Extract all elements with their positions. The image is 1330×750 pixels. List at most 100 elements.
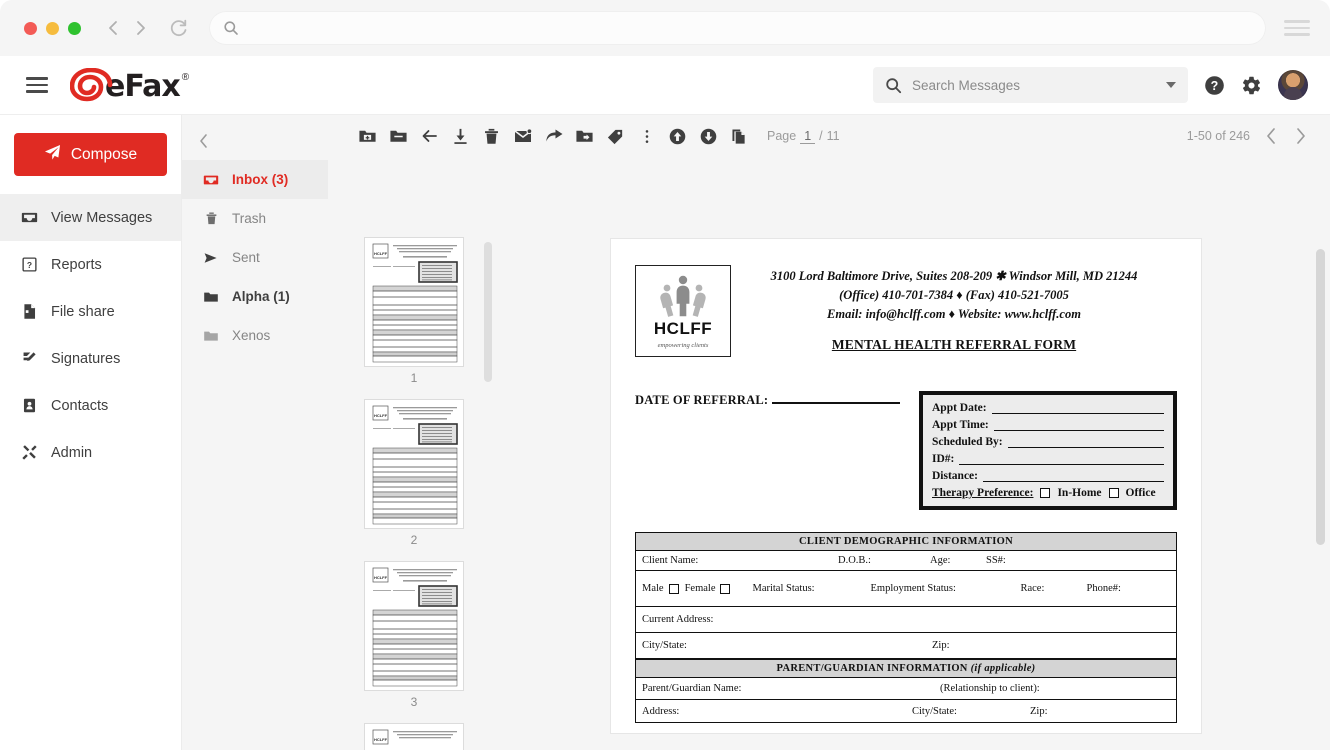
document-viewer[interactable]: HCLFF empowering clients 3100 Lord Balti… [500, 157, 1330, 750]
appt-date-row: Appt Date: [932, 402, 1164, 414]
folder-move-icon[interactable] [569, 121, 600, 152]
move-to-folder-icon[interactable] [383, 121, 414, 152]
efax-logo[interactable]: eFax ® [70, 68, 189, 102]
new-folder-icon[interactable] [352, 121, 383, 152]
hamburger-menu-icon[interactable] [26, 77, 48, 93]
distance-field[interactable] [983, 471, 1164, 482]
date-of-referral-field[interactable] [772, 391, 900, 404]
table-row: Male Female Marital Status: Employment S… [636, 571, 1176, 607]
sidebar-item-label: Admin [51, 445, 92, 461]
in-home-label: In-Home [1057, 487, 1101, 499]
document-letterhead: HCLFF empowering clients 3100 Lord Balti… [635, 261, 1177, 357]
tag-icon[interactable] [600, 121, 631, 152]
close-window-button[interactable] [24, 22, 37, 35]
parent-section-title-text: PARENT/GUARDIAN INFORMATION [777, 663, 968, 674]
thumbnail-scrollbar[interactable] [484, 242, 492, 382]
in-home-checkbox[interactable] [1040, 488, 1050, 498]
back-arrow-icon[interactable] [414, 121, 445, 152]
sidebar-item-reports[interactable]: ? Reports [0, 241, 181, 288]
collapse-folders-icon[interactable] [198, 133, 210, 149]
folder-icon [202, 289, 220, 305]
prev-page-icon[interactable] [1264, 127, 1279, 145]
search-messages-box[interactable] [873, 67, 1188, 103]
folder-item-inbox[interactable]: Inbox (3) [182, 160, 328, 199]
office-checkbox[interactable] [1109, 488, 1119, 498]
search-input[interactable] [912, 78, 1166, 93]
folder-list: Inbox (3) Trash Sent Alpha (1) [182, 115, 328, 355]
distance-label: Distance: [932, 470, 978, 482]
parent-guardian-name-label: Parent/Guardian Name: [642, 683, 812, 694]
minimize-window-button[interactable] [46, 22, 59, 35]
header-right-controls: ? [873, 67, 1312, 103]
next-page-icon[interactable] [1293, 127, 1308, 145]
thumbnail-item[interactable]: HCLFF 3 [364, 561, 464, 709]
sidebar-item-signatures[interactable]: Signatures [0, 335, 181, 382]
thumbnail-item[interactable]: HCLFF 4 [364, 723, 464, 750]
gear-icon[interactable] [1241, 75, 1262, 96]
folder-item-alpha[interactable]: Alpha (1) [182, 277, 328, 316]
back-icon[interactable] [105, 18, 121, 38]
toolbar-icon-group: Page 1 / 11 [352, 121, 840, 152]
browser-address-bar[interactable] [209, 11, 1266, 45]
thumbnail-list: HCLFF [328, 157, 500, 750]
appointment-box: Appt Date: Appt Time: Scheduled By: ID#: [919, 391, 1177, 510]
compose-button[interactable]: Compose [14, 133, 167, 176]
help-circle-icon[interactable]: ? [1204, 75, 1225, 96]
folder-item-trash[interactable]: Trash [182, 199, 328, 238]
id-field[interactable] [959, 454, 1164, 465]
maximize-window-button[interactable] [68, 22, 81, 35]
more-vertical-icon[interactable] [631, 121, 662, 152]
compose-label: Compose [71, 146, 137, 164]
left-sidebar: Compose View Messages ? Reports File sha… [0, 115, 182, 750]
appt-time-field[interactable] [994, 420, 1164, 431]
upload-circle-icon[interactable] [662, 121, 693, 152]
thumbnail-item[interactable]: HCLFF 2 [364, 399, 464, 547]
page-separator: / [819, 129, 822, 143]
thumbnail-item[interactable]: HCLFF [364, 237, 464, 385]
sidebar-item-admin[interactable]: Admin [0, 429, 181, 476]
folder-item-xenos[interactable]: Xenos [182, 316, 328, 355]
sidebar-item-view-messages[interactable]: View Messages [0, 194, 181, 241]
race-label: Race: [1020, 583, 1086, 594]
zip-label: Zip: [932, 640, 950, 651]
page-label: Page [767, 129, 796, 143]
delete-icon[interactable] [476, 121, 507, 152]
page-number-input[interactable]: 1 [800, 129, 815, 144]
document-scrollbar[interactable] [1316, 249, 1325, 545]
page-navigator: Page 1 / 11 [767, 129, 840, 144]
result-range-count: 1-50 of 246 [1187, 129, 1250, 143]
download-icon[interactable] [445, 121, 476, 152]
appt-date-field[interactable] [992, 403, 1164, 414]
forward-icon[interactable] [133, 18, 149, 38]
sidebar-item-label: View Messages [51, 210, 152, 226]
reload-icon[interactable] [169, 18, 189, 38]
forward-icon[interactable] [538, 121, 569, 152]
svg-text:HCLFF: HCLFF [374, 737, 388, 742]
page-thumbnail-panel[interactable]: HCLFF [328, 157, 500, 750]
chevron-down-icon[interactable] [1166, 82, 1176, 88]
sidebar-item-file-share[interactable]: File share [0, 288, 181, 335]
parent-section-title: PARENT/GUARDIAN INFORMATION (if applicab… [636, 659, 1176, 678]
avatar[interactable] [1278, 70, 1308, 100]
female-checkbox[interactable] [720, 584, 730, 594]
address-line-3: Email: info@hclff.com ♦ Website: www.hcl… [731, 305, 1177, 324]
mark-unread-icon[interactable] [507, 121, 538, 152]
scheduled-by-row: Scheduled By: [932, 436, 1164, 448]
scheduled-by-field[interactable] [1008, 437, 1164, 448]
paper-plane-icon [44, 144, 61, 166]
download-circle-icon[interactable] [693, 121, 724, 152]
marital-status-label: Marital Status: [752, 583, 870, 594]
sidebar-item-label: File share [51, 304, 115, 320]
parent-address-label: Address: [642, 706, 812, 717]
male-checkbox[interactable] [669, 584, 679, 594]
efax-app-header: eFax ® ? [0, 56, 1330, 115]
efax-swirl-icon [70, 68, 114, 102]
appt-date-label: Appt Date: [932, 402, 987, 414]
folder-item-sent[interactable]: Sent [182, 238, 328, 277]
sidebar-item-contacts[interactable]: Contacts [0, 382, 181, 429]
browser-nav-arrows [105, 18, 149, 38]
copy-pages-icon[interactable] [724, 121, 755, 152]
sidebar-nav-list: View Messages ? Reports File share Signa… [0, 194, 181, 476]
letterhead-text: 3100 Lord Baltimore Drive, Suites 208-20… [731, 261, 1177, 353]
browser-menu-icon[interactable] [1284, 20, 1310, 36]
